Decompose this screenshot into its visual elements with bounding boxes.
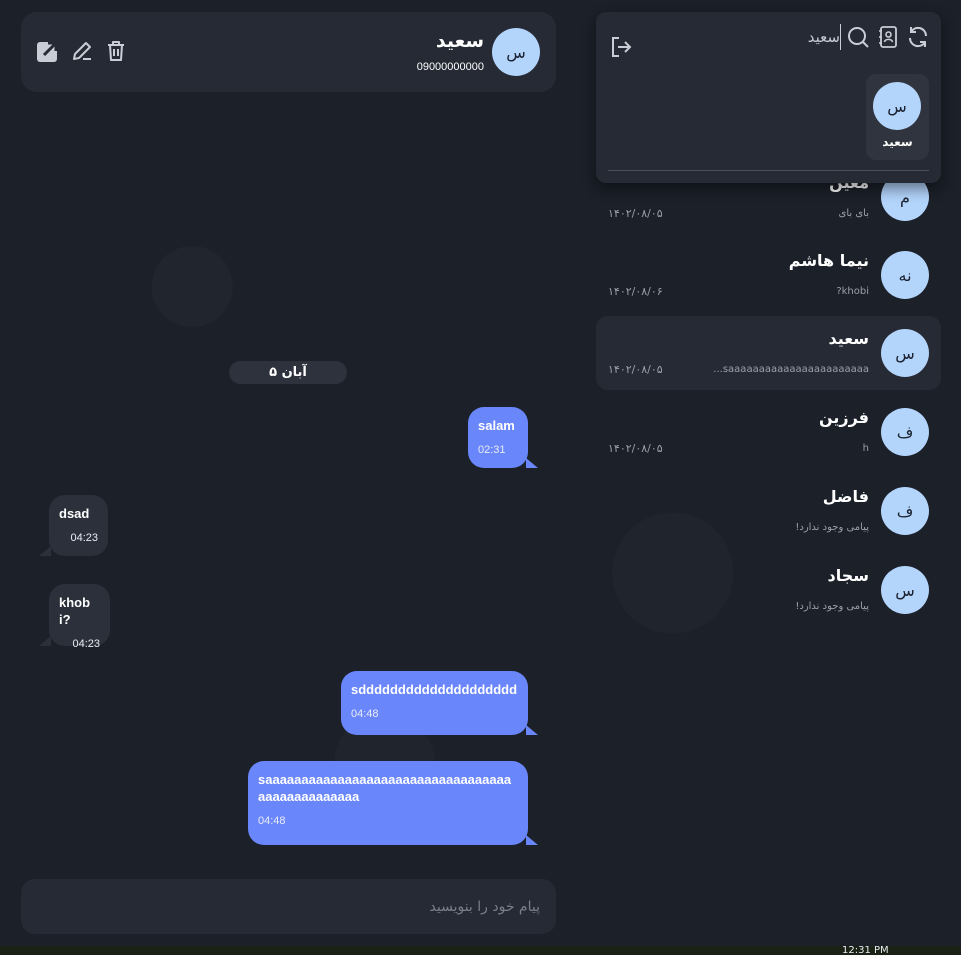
- search-result-avatar: س: [873, 82, 921, 130]
- search-icon: [848, 27, 869, 48]
- chat-contact-phone: 09000000000: [416, 61, 484, 73]
- os-taskbar: 12:31 PM: [0, 946, 961, 955]
- message-text: dsad: [59, 506, 90, 521]
- conversation-date: ۱۴۰۲/۰۸/۰۶: [608, 285, 663, 298]
- conversation-item-active[interactable]: س سعید saaaaaaaaaaaaaaaaaaaaaaa... ۱۴۰۲/…: [596, 316, 941, 390]
- logout-button[interactable]: [608, 34, 634, 60]
- message-outgoing[interactable]: saaaaaaaaaaaaaaaaaaaaaaaaaaaaaaaaaaaaaaa…: [248, 761, 538, 845]
- conversation-item[interactable]: ف فاضل پیامی وجود ندارد!: [596, 474, 941, 548]
- message-time: 04:23: [72, 638, 100, 650]
- message-time: 04:48: [351, 708, 379, 720]
- conversation-preview: پیامی وجود ندارد!: [795, 601, 869, 612]
- chat-header: سعید 09000000000 س: [21, 12, 556, 92]
- header-actions: [35, 38, 129, 64]
- message-text: saaaaaaaaaaaaaaaaaaaaaaaaaaaaaaaaaaaaaaa…: [258, 772, 512, 804]
- search-result-name: سعید: [882, 135, 913, 149]
- conversation-avatar: ف: [881, 487, 929, 535]
- conversation-avatar: س: [881, 566, 929, 614]
- conversation-avatar: س: [881, 329, 929, 377]
- message-text: salam: [478, 418, 515, 433]
- contacts-button[interactable]: [875, 24, 901, 50]
- edit-contact-button[interactable]: [69, 38, 95, 64]
- conversation-item[interactable]: ف فرزین h ۱۴۰۲/۰۸/۰۵: [596, 395, 941, 469]
- message-time: 02:31: [478, 444, 506, 456]
- conversation-avatar: ف: [881, 408, 929, 456]
- conversation-preview: saaaaaaaaaaaaaaaaaaaaaaa...: [713, 364, 869, 375]
- message-incoming[interactable]: dsad 04:23: [39, 495, 108, 556]
- message-time: 04:23: [70, 532, 98, 544]
- search-panel: س سعید: [596, 12, 941, 183]
- refresh-button[interactable]: [905, 24, 931, 50]
- open-external-button[interactable]: [35, 38, 61, 64]
- conversation-preview: پیامی وجود ندارد!: [795, 522, 869, 533]
- refresh-icon: [908, 26, 928, 48]
- conversation-name: فاضل: [822, 487, 869, 506]
- message-text: khobi?: [59, 595, 91, 627]
- conversation-name: نیما هاشم: [788, 251, 869, 270]
- trash-icon: [108, 41, 124, 61]
- open-external-icon: [37, 41, 58, 62]
- taskbar-clock: 12:31 PM: [842, 946, 889, 955]
- date-separator: ۵ آبان: [229, 361, 347, 384]
- conversation-date: ۱۴۰۲/۰۸/۰۵: [608, 207, 663, 220]
- message-outgoing[interactable]: salam 02:31: [468, 407, 538, 468]
- search-input[interactable]: [793, 24, 841, 50]
- conversation-name: سعید: [828, 329, 869, 348]
- search-result-card[interactable]: س سعید: [866, 74, 929, 160]
- search-button[interactable]: [845, 24, 871, 50]
- logout-icon: [612, 37, 632, 57]
- search-panel-divider: [608, 170, 929, 171]
- delete-chat-button[interactable]: [103, 38, 129, 64]
- conversation-date: ۱۴۰۲/۰۸/۰۵: [608, 363, 663, 376]
- conversation-name: سجاد: [827, 566, 869, 585]
- contacts-icon: [879, 26, 897, 48]
- message-incoming[interactable]: khobi? 04:23: [39, 584, 110, 650]
- conversation-item[interactable]: نه نیما هاشم khobi? ۱۴۰۲/۰۸/۰۶: [596, 238, 941, 312]
- conversation-name: فرزین: [818, 408, 869, 427]
- message-input[interactable]: [60, 879, 540, 934]
- search-toolbar: [793, 24, 931, 50]
- conversation-preview: بای بای: [838, 208, 870, 219]
- message-time: 04:48: [258, 815, 286, 827]
- edit-icon: [73, 42, 91, 60]
- conversation-preview: h: [862, 443, 869, 454]
- conversation-avatar: نه: [881, 251, 929, 299]
- chat-contact-name: سعید: [435, 30, 484, 52]
- conversation-date: ۱۴۰۲/۰۸/۰۵: [608, 442, 663, 455]
- chat-contact-avatar[interactable]: س: [492, 28, 540, 76]
- conversation-preview: khobi?: [836, 286, 869, 297]
- message-composer: [21, 879, 556, 934]
- message-text: sdddddddddddddddddddd: [351, 682, 518, 697]
- message-outgoing[interactable]: sdddddddddddddddddddd 04:48: [341, 671, 538, 735]
- conversation-item[interactable]: س سجاد پیامی وجود ندارد!: [596, 553, 941, 627]
